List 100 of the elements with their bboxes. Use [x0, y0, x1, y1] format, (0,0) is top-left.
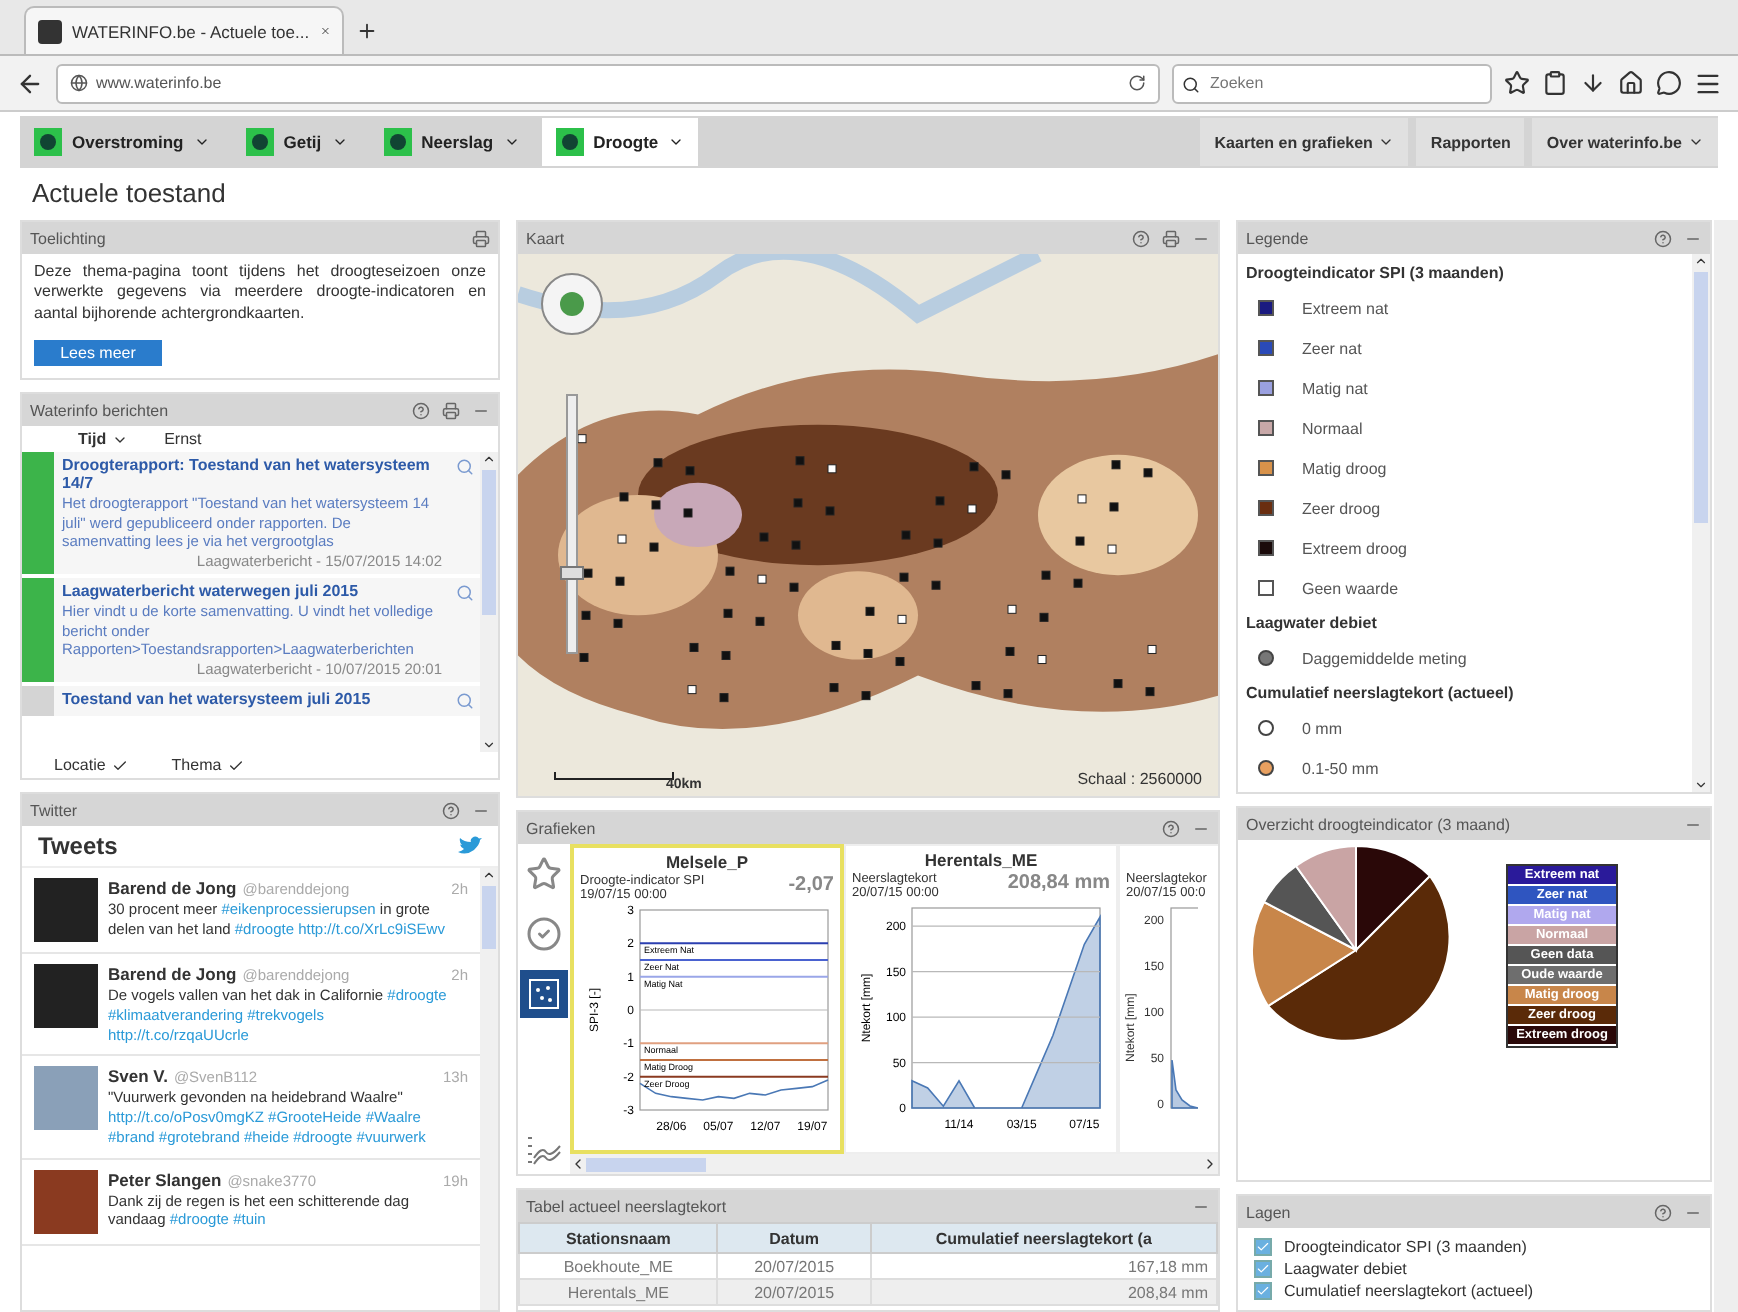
scroll-down-icon[interactable]: [482, 738, 496, 753]
map-scale: Schaal : 2560000: [1077, 770, 1202, 788]
avatar-placeholder: [34, 964, 98, 1029]
scroll-up-icon[interactable]: [482, 452, 496, 467]
clipboard-icon[interactable]: [1542, 70, 1568, 96]
legend-section-title: Droogteindicator SPI (3 maanden): [1246, 262, 1506, 286]
theme-tab[interactable]: Getij: [231, 118, 362, 166]
scroll-down-icon[interactable]: [1694, 778, 1708, 792]
horizontal-scrollbar[interactable]: [570, 1154, 1218, 1174]
scrollbar[interactable]: [480, 452, 498, 753]
browser-tab[interactable]: WATERINFO.be - Actuele toe...: [24, 6, 344, 54]
message-title[interactable]: Toestand van het watersysteem juli 2015: [62, 690, 442, 709]
table-cell: 20/07/2015: [717, 1279, 871, 1305]
legend-label: Extreem nat: [1302, 299, 1389, 317]
theme-icon: [34, 128, 62, 156]
zoom-handle[interactable]: [560, 566, 584, 581]
legend-label: Zeer nat: [1302, 339, 1362, 357]
page-scrollbar[interactable]: [1714, 220, 1738, 1312]
legend-section-title: Cumulatief neerslagtekort (actueel): [1246, 682, 1516, 706]
read-more-button[interactable]: Lees meer: [34, 340, 162, 367]
panel-title: Lagen: [1246, 1203, 1293, 1221]
help-icon[interactable]: [1162, 819, 1180, 837]
legend-section-title: Laagwater debiet: [1246, 612, 1379, 636]
theme-tab[interactable]: Overstroming: [20, 118, 224, 166]
scroll-up-icon[interactable]: [1694, 254, 1708, 268]
back-icon[interactable]: [16, 69, 44, 97]
tweet-author[interactable]: Sven V.: [108, 1066, 168, 1087]
legend-label: Normaal: [1302, 419, 1363, 437]
sort-option[interactable]: Tijd: [78, 430, 129, 449]
help-icon[interactable]: [442, 801, 460, 820]
chat-icon[interactable]: [1656, 70, 1682, 96]
tweet-author[interactable]: Peter Slangen: [108, 1169, 222, 1190]
pan-control[interactable]: [538, 270, 606, 338]
filter-toggle[interactable]: Locatie: [54, 756, 128, 775]
table-cell: 20/07/2015: [717, 1253, 871, 1279]
print-icon[interactable]: [442, 401, 460, 420]
panel-title: Twitter: [30, 801, 80, 820]
nav-link[interactable]: Over waterinfo.be: [1532, 118, 1718, 166]
column-header[interactable]: Datum: [717, 1223, 871, 1253]
panel-title: Kaart: [526, 229, 567, 247]
menu-icon[interactable]: [1694, 69, 1722, 97]
legend-label: Daggemiddelde meting: [1302, 649, 1467, 667]
column-header[interactable]: Stationsnaam: [519, 1223, 718, 1253]
avatar-placeholder: [34, 1066, 98, 1131]
message-title[interactable]: Laagwaterbericht waterwegen juli 2015: [62, 582, 442, 601]
checkbox[interactable]: [1254, 1238, 1272, 1256]
panel-title: Waterinfo berichten: [30, 401, 171, 420]
scroll-up-icon[interactable]: [482, 868, 496, 883]
message-item[interactable]: Toestand van het watersysteem juli 2015: [22, 686, 480, 717]
scroll-left-icon[interactable]: [570, 1156, 586, 1172]
caret-icon: [331, 134, 348, 150]
close-icon[interactable]: [319, 22, 330, 40]
site-icon: [38, 19, 62, 43]
help-icon[interactable]: [1654, 1203, 1672, 1221]
caret-icon: [503, 134, 520, 150]
chart-value: -2,07: [788, 874, 834, 896]
bird-icon: [458, 836, 482, 857]
reload-icon[interactable]: [1128, 74, 1146, 92]
magnifier-icon[interactable]: [456, 584, 474, 603]
filter-toggle[interactable]: Thema: [171, 756, 244, 775]
help-icon[interactable]: [1654, 229, 1672, 247]
tweet-author[interactable]: Barend de Jong: [108, 878, 237, 899]
panel-title: Legende: [1246, 229, 1311, 247]
theme-tab[interactable]: Droogte: [541, 118, 699, 166]
tweet-author[interactable]: Barend de Jong: [108, 964, 237, 985]
legend-label: Matig droog: [1302, 459, 1387, 477]
panel-title: Overzicht droogteindicator (3 maand): [1246, 815, 1513, 833]
checkbox[interactable]: [1254, 1260, 1272, 1278]
print-icon[interactable]: [472, 229, 490, 247]
url-field[interactable]: www.waterinfo.be: [56, 63, 1160, 103]
new-tab-icon[interactable]: [356, 20, 378, 42]
scroll-right-icon[interactable]: [1202, 1156, 1218, 1172]
home-icon[interactable]: [1618, 70, 1644, 96]
scatter-button[interactable]: [520, 970, 568, 1018]
theme-icon: [555, 128, 584, 156]
magnifier-icon[interactable]: [456, 458, 474, 477]
search-field[interactable]: Zoeken: [1172, 63, 1492, 103]
help-icon[interactable]: [1132, 229, 1150, 247]
legend-label: Geen waarde: [1302, 579, 1399, 597]
help-icon[interactable]: [412, 401, 430, 420]
print-icon[interactable]: [1162, 229, 1180, 247]
download-icon[interactable]: [1580, 70, 1606, 96]
nav-link[interactable]: Rapporten: [1416, 118, 1525, 166]
scrollbar[interactable]: [1692, 254, 1710, 792]
sort-option[interactable]: Ernst: [164, 430, 202, 449]
column-header[interactable]: Cumulatief neerslagtekort (a: [870, 1223, 1217, 1253]
legend-label: Extreem droog: [1302, 539, 1407, 557]
message-title[interactable]: Droogterapport: Toestand van het watersysteem 14/7: [62, 456, 442, 493]
layer-label: Cumulatief neerslagtekort (actueel): [1284, 1282, 1534, 1300]
message-item[interactable]: [22, 452, 480, 575]
avatar-placeholder: [34, 1169, 98, 1234]
checkbox[interactable]: [1254, 1282, 1272, 1300]
star-icon[interactable]: [1504, 70, 1530, 96]
scrollbar[interactable]: [480, 868, 498, 1310]
zoom-slider[interactable]: [566, 394, 578, 654]
info-text: Deze thema-pagina toont tijdens het droogteseizoen onze verwerkte gegevens via meerdere droogte-indicatoren en aantal bijhorende achtergrondkaarten.: [32, 260, 488, 326]
magnifier-icon[interactable]: [456, 692, 474, 711]
nav-link[interactable]: Kaarten en grafieken: [1200, 118, 1409, 166]
theme-tab[interactable]: Neerslag: [369, 118, 534, 166]
table-cell: 167,18 mm: [870, 1253, 1217, 1279]
